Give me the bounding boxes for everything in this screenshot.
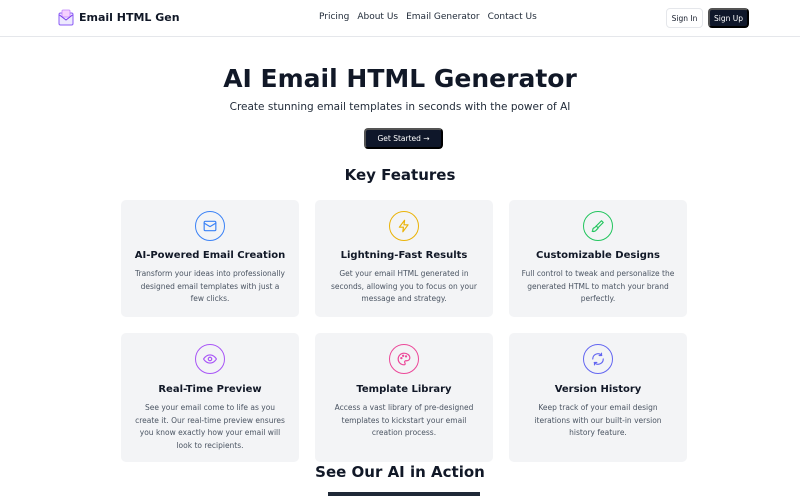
nav-link-email-generator[interactable]: Email Generator <box>406 12 480 22</box>
sign-up-button[interactable]: Sign Up <box>708 8 749 28</box>
mail-icon <box>195 211 225 241</box>
feature-card-real-time-preview: Real-Time Preview See your email come to… <box>121 333 299 462</box>
eye-icon <box>195 344 225 374</box>
feature-card-desc: Full control to tweak and personalize th… <box>521 269 675 303</box>
feature-card-title: AI-Powered Email Creation <box>134 250 286 261</box>
feature-card-lightning-fast: Lightning-Fast Results Get your email HT… <box>315 200 493 317</box>
lightning-icon <box>389 211 419 241</box>
feature-card-title: Real-Time Preview <box>158 384 262 395</box>
feature-card-ai-powered: AI-Powered Email Creation Transform your… <box>121 200 299 317</box>
feature-card-desc: Access a vast library of pre-designed te… <box>334 403 474 437</box>
feature-card-title: Lightning-Fast Results <box>340 250 468 261</box>
feature-card-customizable: Customizable Designs Full control to twe… <box>509 200 687 317</box>
feature-card-desc: Transform your ideas into professionally… <box>135 269 285 303</box>
get-started-button[interactable]: Get Started → <box>364 128 443 149</box>
top-nav: Email HTML Gen Pricing About Us Email Ge… <box>0 0 800 37</box>
hero-title: AI Email HTML Generator <box>223 64 577 93</box>
feature-card-title: Template Library <box>356 384 452 395</box>
envelope-logo-icon <box>58 9 74 26</box>
refresh-icon <box>583 344 613 374</box>
features-title: Key Features <box>344 166 456 184</box>
feature-card-title: Customizable Designs <box>535 250 661 261</box>
feature-card-desc: Get your email HTML generated in seconds… <box>331 269 477 303</box>
brand-name: Email HTML Gen <box>79 11 180 24</box>
nav-link-pricing[interactable]: Pricing <box>319 12 349 22</box>
nav-link-about-us[interactable]: About Us <box>357 12 398 22</box>
nav-links: Pricing About Us Email Generator Contact… <box>319 12 545 22</box>
hero-subtitle: Create stunning email templates in secon… <box>229 101 571 113</box>
brand-logo[interactable]: Email HTML Gen <box>58 9 180 26</box>
feature-card-desc: Keep track of your email design iteratio… <box>534 403 662 437</box>
nav-link-contact-us[interactable]: Contact Us <box>488 12 537 22</box>
palette-icon <box>389 344 419 374</box>
demo-video-frame <box>328 492 480 496</box>
feature-card-title: Version History <box>554 384 642 395</box>
paintbrush-icon <box>583 211 613 241</box>
feature-card-template-library: Template Library Access a vast library o… <box>315 333 493 462</box>
action-section-title: See Our AI in Action <box>315 463 485 481</box>
sign-in-button[interactable]: Sign In <box>666 8 703 28</box>
feature-card-version-history: Version History Keep track of your email… <box>509 333 687 462</box>
feature-card-desc: See your email come to life as you creat… <box>135 403 285 450</box>
